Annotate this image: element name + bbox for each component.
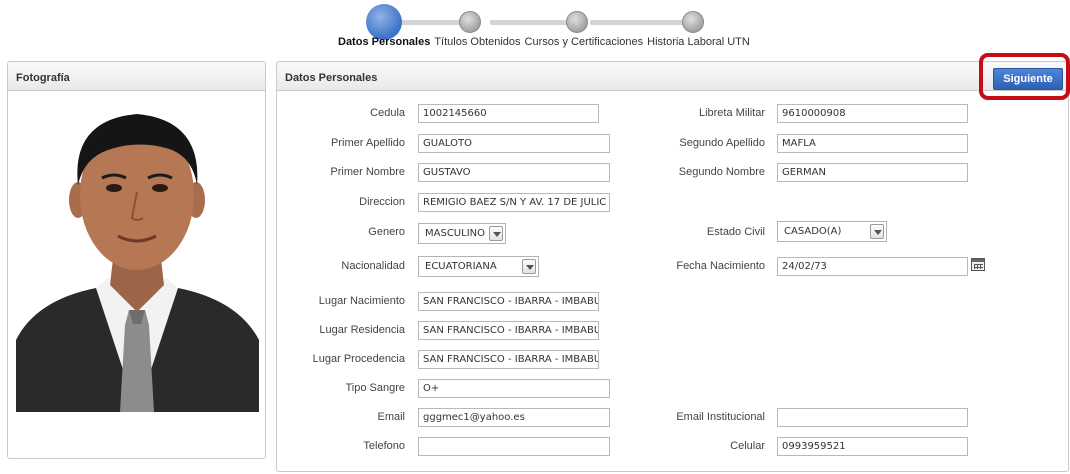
lugar-residencia-field[interactable]: SAN FRANCISCO - IBARRA - IMBABU — [418, 321, 599, 340]
email-institucional-field[interactable] — [777, 408, 968, 427]
estado-civil-select[interactable]: CASADO(A) — [777, 221, 887, 242]
step-dot-datos-personales[interactable] — [366, 4, 402, 40]
siguiente-button[interactable]: Siguiente — [993, 68, 1063, 90]
segundo-nombre-field[interactable]: GERMAN — [777, 163, 968, 182]
step-label-historia-laboral[interactable]: Historia Laboral UTN — [647, 36, 750, 48]
direccion-field[interactable]: REMIGIO BAEZ S/N Y AV. 17 DE JULIC — [418, 193, 610, 212]
datos-panel-title: Datos Personales — [277, 62, 1068, 91]
genero-select[interactable]: MASCULINO — [418, 223, 506, 244]
genero-selected-value: MASCULINO — [425, 228, 485, 239]
lugar-nacimiento-field[interactable]: SAN FRANCISCO - IBARRA - IMBABU — [418, 292, 599, 311]
celular-field[interactable]: 0993959521 — [777, 437, 968, 456]
email-field[interactable]: gggmec1@yahoo.es — [418, 408, 610, 427]
primer-nombre-label: Primer Nombre — [330, 166, 405, 178]
telefono-field[interactable] — [418, 437, 610, 456]
photo-panel: Fotografía — [7, 61, 266, 459]
nacionalidad-select[interactable]: ECUATORIANA — [418, 256, 539, 277]
lugar-residencia-label: Lugar Residencia — [319, 324, 405, 336]
tipo-sangre-label: Tipo Sangre — [345, 382, 405, 394]
email-institucional-label: Email Institucional — [676, 411, 765, 423]
stepper-labels: Datos Personales Títulos Obtenidos Cursos … — [338, 36, 754, 48]
telefono-label: Telefono — [363, 440, 405, 452]
nacionalidad-selected-value: ECUATORIANA — [425, 261, 497, 272]
step-label-datos-personales[interactable]: Datos Personales — [338, 36, 430, 48]
step-dot-historia-laboral[interactable] — [682, 11, 704, 33]
direccion-label: Direccion — [359, 196, 405, 208]
lugar-procedencia-field[interactable]: SAN FRANCISCO - IBARRA - IMBABU — [418, 350, 599, 369]
profile-photo — [16, 100, 259, 412]
chevron-down-icon[interactable] — [522, 259, 536, 274]
fecha-nacimiento-label: Fecha Nacimiento — [676, 260, 765, 272]
genero-label: Genero — [368, 226, 405, 238]
segundo-apellido-field[interactable]: MAFLA — [777, 134, 968, 153]
step-dot-titulos-obtenidos[interactable] — [459, 11, 481, 33]
step-connector — [590, 20, 686, 25]
fecha-nacimiento-field[interactable]: 24/02/73 — [777, 257, 968, 276]
cedula-field[interactable]: 1002145660 — [418, 104, 599, 123]
email-label: Email — [377, 411, 405, 423]
estado-civil-selected-value: CASADO(A) — [784, 226, 842, 237]
tipo-sangre-field[interactable]: O+ — [418, 379, 610, 398]
chevron-down-icon[interactable] — [870, 224, 884, 239]
calendar-icon[interactable] — [971, 258, 985, 271]
estado-civil-label: Estado Civil — [706, 226, 765, 238]
libreta-militar-label: Libreta Militar — [698, 107, 765, 119]
lugar-nacimiento-label: Lugar Nacimiento — [318, 295, 405, 307]
cedula-label: Cedula — [370, 107, 405, 119]
primer-apellido-field[interactable]: GUALOTO — [418, 134, 610, 153]
segundo-nombre-label: Segundo Nombre — [678, 166, 765, 178]
lugar-procedencia-label: Lugar Procedencia — [312, 353, 405, 365]
step-connector — [490, 20, 570, 25]
celular-label: Celular — [730, 440, 765, 452]
segundo-apellido-label: Segundo Apellido — [679, 137, 765, 149]
chevron-down-icon[interactable] — [489, 226, 503, 241]
primer-nombre-field[interactable]: GUSTAVO — [418, 163, 610, 182]
step-dot-cursos-certificaciones[interactable] — [566, 11, 588, 33]
step-label-cursos-certificaciones[interactable]: Cursos y Certificaciones — [525, 36, 644, 48]
primer-apellido-label: Primer Apellido — [331, 137, 405, 149]
nacionalidad-label: Nacionalidad — [341, 260, 405, 272]
step-label-titulos-obtenidos[interactable]: Títulos Obtenidos — [434, 36, 520, 48]
libreta-militar-field[interactable]: 9610000908 — [777, 104, 968, 123]
photo-panel-title: Fotografía — [8, 62, 265, 91]
